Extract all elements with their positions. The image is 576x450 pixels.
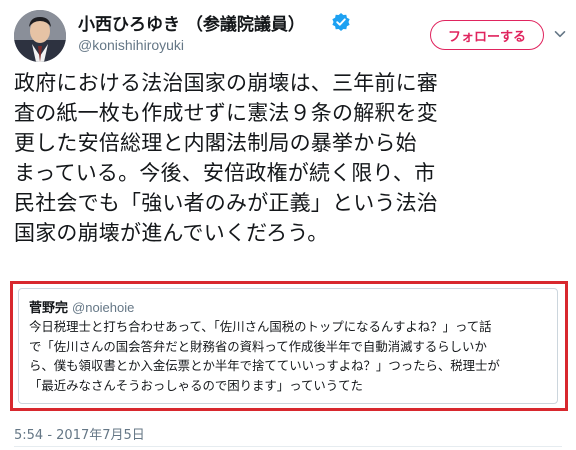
quoted-tweet-name: 菅野完 [29,301,69,316]
divider [14,446,562,447]
chevron-down-icon[interactable] [554,28,566,40]
display-name[interactable]: 小西ひろゆき （参議院議員） [78,10,305,35]
quoted-tweet[interactable]: 菅野完 @noiehoie 今日税理士と打ち合わせあって、「佐川さん国税のトップに… [18,288,558,404]
handle[interactable]: @konishihiroyuki [78,37,184,53]
quoted-tweet-handle: @noiehoie [72,300,135,315]
follow-button[interactable]: フォローする [430,20,544,50]
avatar[interactable] [14,10,66,62]
verified-badge-icon [332,13,350,31]
quoted-tweet-header: 菅野完 @noiehoie [29,297,134,316]
profile-photo [14,10,66,62]
tweet-text: 政府における法治国家の崩壊は、三年前に審 査の紙一枚も作成せずに憲法９条の解釈を… [14,71,438,245]
quoted-tweet-text: 今日税理士と打ち合わせあって、「佐川さん国税のトップになるんすよね？」って話 で… [29,319,500,393]
timestamp[interactable]: 5:54 - 2017年7月5日 [14,424,145,443]
